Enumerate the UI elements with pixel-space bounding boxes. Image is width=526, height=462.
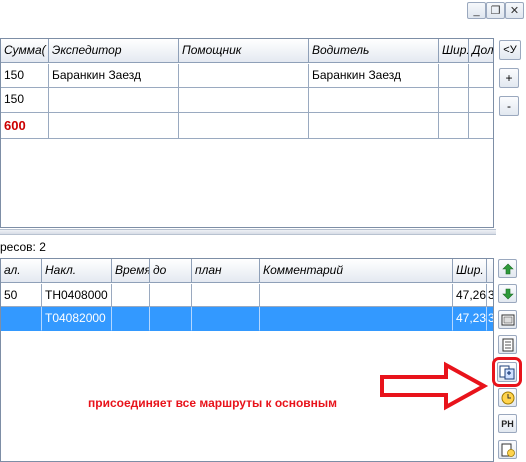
table-cell[interactable] bbox=[469, 88, 493, 113]
bottom-invoices-grid: ал. Накл. Время до план Комментарий Шир.… bbox=[0, 258, 494, 462]
table-cell[interactable]: 47,23 bbox=[453, 307, 487, 331]
table-cell[interactable] bbox=[179, 88, 309, 113]
move-down-button[interactable] bbox=[498, 284, 517, 303]
table-cell[interactable] bbox=[112, 307, 150, 331]
table-cell[interactable] bbox=[469, 64, 493, 88]
close-button[interactable]: ✕ bbox=[505, 2, 524, 19]
ph-button[interactable]: PH bbox=[498, 414, 517, 433]
merge-routes-icon bbox=[499, 365, 515, 380]
edit-document-button[interactable] bbox=[498, 440, 517, 459]
label-button[interactable] bbox=[498, 310, 517, 329]
table-cell bbox=[469, 113, 493, 139]
table-cell[interactable]: 150 bbox=[1, 64, 49, 88]
top-routes-grid: Сумма( Экспедитор Помощник Водитель Шир.… bbox=[0, 38, 494, 228]
table-cell[interactable]: Баранкин Заезд bbox=[49, 64, 179, 88]
table-cell[interactable] bbox=[1, 307, 42, 331]
table-cell[interactable] bbox=[192, 284, 260, 307]
table-cell[interactable]: Т04082000 bbox=[42, 307, 112, 331]
minimize-button[interactable]: _ bbox=[467, 2, 486, 19]
annotation-text: присоединяет все маршруты к основным bbox=[88, 396, 338, 410]
col-header-lat[interactable]: Шир. bbox=[439, 39, 469, 63]
merge-routes-button[interactable] bbox=[497, 362, 517, 382]
col-header-lon[interactable]: Дол bbox=[469, 39, 493, 63]
col-header-driver[interactable]: Водитель bbox=[309, 39, 439, 63]
col-header-extra[interactable] bbox=[487, 259, 493, 283]
table-cell[interactable]: 150 bbox=[1, 88, 49, 113]
col-header-expeditor[interactable]: Экспедитор bbox=[49, 39, 179, 63]
table-cell[interactable]: Баранкин Заезд bbox=[309, 64, 439, 88]
label-icon bbox=[501, 314, 514, 325]
collapse-button[interactable]: <У bbox=[499, 40, 521, 60]
document-icon bbox=[502, 338, 513, 351]
col-header-plan[interactable]: план bbox=[192, 259, 260, 283]
col-header-comment[interactable]: Комментарий bbox=[260, 259, 453, 283]
table-cell[interactable]: 3 bbox=[487, 307, 493, 331]
table-cell[interactable] bbox=[439, 88, 469, 113]
table-cell bbox=[309, 113, 439, 139]
table-cell[interactable] bbox=[439, 64, 469, 88]
edit-document-icon bbox=[501, 443, 515, 457]
move-up-button[interactable] bbox=[498, 259, 517, 278]
add-row-button[interactable]: + bbox=[499, 68, 519, 88]
col-header-to[interactable]: до bbox=[150, 259, 192, 283]
col-header-helper[interactable]: Помощник bbox=[179, 39, 309, 63]
document-button[interactable] bbox=[498, 335, 517, 354]
table-cell[interactable] bbox=[150, 284, 192, 307]
remove-row-button[interactable]: - bbox=[499, 96, 519, 116]
annotation-arrow bbox=[380, 361, 489, 411]
arrow-up-icon bbox=[501, 263, 514, 274]
table-cell[interactable] bbox=[179, 64, 309, 88]
table-cell bbox=[49, 113, 179, 139]
table-cell[interactable] bbox=[150, 307, 192, 331]
col-header-nal[interactable]: ал. bbox=[1, 259, 42, 283]
splitter[interactable] bbox=[0, 229, 496, 235]
col-header-time[interactable]: Время bbox=[112, 259, 150, 283]
col-header-nakl[interactable]: Накл. bbox=[42, 259, 112, 283]
table-cell[interactable] bbox=[260, 307, 453, 331]
addresses-count-label: ресов: 2 bbox=[0, 240, 46, 254]
total-sum-cell: 600 bbox=[1, 113, 49, 139]
table-cell[interactable] bbox=[260, 284, 453, 307]
table-cell bbox=[439, 113, 469, 139]
col-header-lat[interactable]: Шир. bbox=[453, 259, 487, 283]
arrow-down-icon bbox=[501, 288, 514, 299]
table-cell[interactable] bbox=[49, 88, 179, 113]
table-cell[interactable]: 3 bbox=[487, 284, 493, 307]
table-cell[interactable] bbox=[309, 88, 439, 113]
clock-button[interactable] bbox=[498, 388, 517, 407]
table-cell[interactable]: 50 bbox=[1, 284, 42, 307]
table-cell[interactable] bbox=[192, 307, 260, 331]
table-cell[interactable]: 47,26 bbox=[453, 284, 487, 307]
table-cell bbox=[179, 113, 309, 139]
col-header-sum[interactable]: Сумма( bbox=[1, 39, 49, 63]
restore-button[interactable]: ❐ bbox=[486, 2, 505, 19]
table-cell[interactable]: ТН0408000 bbox=[42, 284, 112, 307]
clock-icon bbox=[501, 391, 514, 404]
table-cell[interactable] bbox=[112, 284, 150, 307]
